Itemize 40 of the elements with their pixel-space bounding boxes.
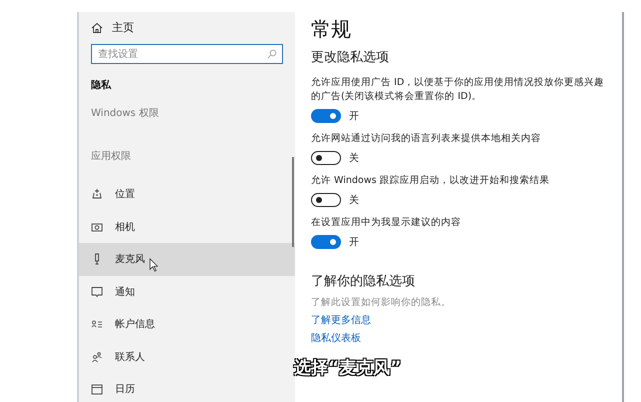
group-heading: 应用权限 [90, 150, 132, 164]
mouse-pointer-icon [149, 258, 158, 272]
search-icon [267, 49, 277, 59]
search-field[interactable]: 查找设置 [91, 44, 283, 64]
nav-item[interactable]: 位置 [79, 178, 295, 210]
toggle-state: 关 [349, 152, 359, 165]
calendar-icon [91, 383, 103, 396]
section-heading: 了解你的隐私选项 [311, 273, 415, 291]
setting-description: 在设置应用中为我显示建议的内容 [311, 216, 461, 230]
speech-bubble-icon [91, 286, 103, 298]
toggle-switch[interactable] [311, 151, 341, 165]
help-link[interactable]: 隐私仪表板 [311, 331, 361, 345]
camera-icon [91, 220, 103, 233]
nav-item[interactable]: 相机 [79, 210, 295, 243]
toggle-switch[interactable] [311, 235, 341, 249]
home-label: 主页 [112, 20, 134, 35]
toggle-state: 关 [349, 194, 359, 207]
setting-description: 允许网站通过访问我的语言列表来提供本地相关内容 [311, 132, 541, 146]
toggle-switch[interactable] [311, 193, 341, 207]
help-text: 了解此设置如何影响你的隐私。 [311, 296, 451, 309]
section-heading: 隐私 [90, 78, 112, 92]
nav-item[interactable]: 通知 [79, 276, 295, 308]
home-icon [91, 22, 103, 34]
nav-item[interactable]: 帐户信息 [79, 308, 295, 340]
group-heading: Windows 权限 [90, 106, 160, 121]
toggle-switch[interactable] [311, 109, 341, 123]
setting-description: 允许 Windows 跟踪应用启动，以改进开始和搜索结果 [311, 174, 550, 188]
home-link[interactable]: 主页 [79, 12, 295, 35]
toggle-state: 开 [349, 110, 359, 123]
nav-item[interactable]: 麦克风 [79, 243, 295, 276]
scrollbar[interactable] [292, 157, 294, 247]
page-title: 常规 [311, 16, 351, 42]
person-pin-icon [91, 188, 103, 200]
setting-description: 允许应用使用广告 ID，以便基于你的应用使用情况投放你更感兴趣的广告(关闭该模式将会重置你的 ID)。 [311, 76, 606, 104]
toggle-state: 开 [349, 236, 359, 249]
video-caption: 选择“麦克风” [294, 356, 402, 379]
help-link[interactable]: 了解更多信息 [311, 313, 371, 327]
people-icon [91, 350, 103, 363]
section-heading: 更改隐私选项 [311, 49, 389, 67]
contact-card-icon [91, 318, 103, 330]
